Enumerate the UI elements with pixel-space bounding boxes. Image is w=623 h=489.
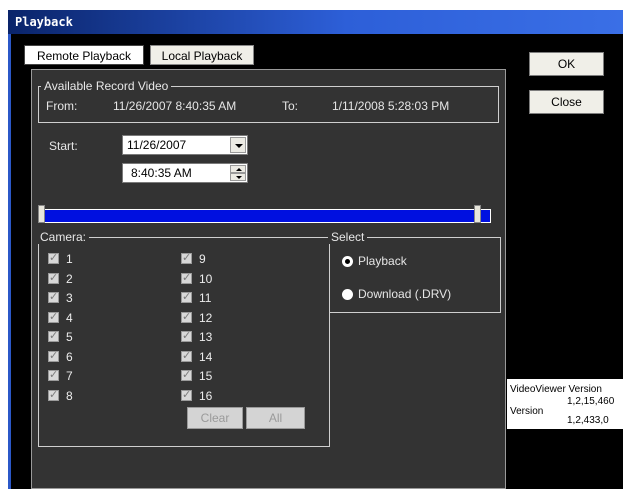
checkmark-icon: ✓ xyxy=(49,369,59,381)
checkmark-icon: ✓ xyxy=(49,291,59,303)
playback-radio[interactable] xyxy=(342,256,353,267)
camera-group-label: Camera: xyxy=(37,230,90,244)
arrow-up-icon xyxy=(236,168,242,171)
camera-5-label: 5 xyxy=(66,330,73,344)
camera-9-label: 9 xyxy=(199,252,206,266)
checkmark-icon: ✓ xyxy=(182,271,192,284)
select-group: Select Playback Download (.DRV) xyxy=(328,230,501,313)
spin-down-button[interactable] xyxy=(230,173,246,181)
checkmark-icon: ✓ xyxy=(49,330,59,342)
start-date-value: 11/26/2007 xyxy=(127,138,187,152)
camera-10-label: 10 xyxy=(199,271,213,286)
camera-7-label: 7 xyxy=(66,369,73,383)
camera-14-checkbox[interactable]: ✓ xyxy=(181,349,193,364)
all-button[interactable]: All xyxy=(246,407,305,429)
camera-1-checkbox[interactable]: ✓ xyxy=(48,252,60,266)
close-button[interactable]: Close xyxy=(529,90,604,114)
select-group-label: Select xyxy=(328,230,368,244)
window-left-border xyxy=(8,34,11,489)
camera-2-label: 2 xyxy=(66,271,73,286)
from-value: 11/26/2007 8:40:35 AM xyxy=(113,99,237,113)
start-time-field[interactable]: 8:40:35 AM xyxy=(122,163,248,183)
arrow-down-icon xyxy=(236,176,242,179)
remote-playback-panel: Available Record Video From: 11/26/2007 … xyxy=(31,69,506,489)
camera-16-checkbox[interactable]: ✓ xyxy=(181,388,193,403)
camera-8-checkbox[interactable]: ✓ xyxy=(48,388,60,403)
to-value: 1/11/2008 5:28:03 PM xyxy=(332,99,450,113)
chevron-down-icon xyxy=(235,144,243,148)
camera-11-label: 11 xyxy=(199,291,212,305)
spin-up-button[interactable] xyxy=(230,165,246,173)
checkmark-icon: ✓ xyxy=(49,271,59,284)
download-option-label: Download (.DRV) xyxy=(358,287,452,301)
start-label: Start: xyxy=(49,139,78,153)
version-label: Version xyxy=(510,406,544,417)
start-date-select[interactable]: 11/26/2007 xyxy=(122,135,248,155)
version-info: VideoViewer Version 1,2,15,460 Version 1… xyxy=(507,379,623,429)
camera-15-label: 15 xyxy=(199,369,213,383)
camera-4-label: 4 xyxy=(66,310,73,325)
download-radio[interactable] xyxy=(342,289,353,300)
checkmark-icon: ✓ xyxy=(182,252,192,264)
camera-3-checkbox[interactable]: ✓ xyxy=(48,291,60,305)
camera-6-label: 6 xyxy=(66,349,73,364)
playback-option-label: Playback xyxy=(358,254,407,268)
camera-2-checkbox[interactable]: ✓ xyxy=(48,271,60,286)
checkmark-icon: ✓ xyxy=(49,349,59,362)
camera-1-label: 1 xyxy=(66,252,73,266)
tab-local-playback[interactable]: Local Playback xyxy=(150,45,254,65)
camera-12-label: 12 xyxy=(199,310,213,325)
camera-13-label: 13 xyxy=(199,330,213,344)
camera-6-checkbox[interactable]: ✓ xyxy=(48,349,60,364)
version-value-2: 1,2,433,0 xyxy=(567,415,609,426)
timeline-slider-track[interactable] xyxy=(44,209,491,223)
checkmark-icon: ✓ xyxy=(182,330,192,342)
tab-remote-playback[interactable]: Remote Playback xyxy=(24,45,144,65)
checkmark-icon: ✓ xyxy=(182,349,192,362)
timeline-start-handle[interactable] xyxy=(38,205,45,223)
checkmark-icon: ✓ xyxy=(182,310,192,323)
available-record-group: Available Record Video From: 11/26/2007 … xyxy=(38,79,499,123)
camera-13-checkbox[interactable]: ✓ xyxy=(181,330,193,344)
start-time-value: 8:40:35 AM xyxy=(131,166,192,180)
camera-12-checkbox[interactable]: ✓ xyxy=(181,310,193,325)
checkmark-icon: ✓ xyxy=(182,369,192,381)
radio-selected-dot xyxy=(345,259,350,264)
camera-16-label: 16 xyxy=(199,388,213,403)
checkmark-icon: ✓ xyxy=(182,291,192,303)
ok-button[interactable]: OK xyxy=(529,52,604,76)
camera-5-checkbox[interactable]: ✓ xyxy=(48,330,60,344)
camera-group: Camera: ✓ 1 ✓ 2 ✓ 3 ✓ 4 ✓ 5 ✓ 6 ✓ 7 ✓ 8 ✓ 9 ✓ 10 ✓ 11 ✓ 12 ✓ 13 ✓ 1… xyxy=(37,230,330,447)
camera-11-checkbox[interactable]: ✓ xyxy=(181,291,193,305)
available-record-label: Available Record Video xyxy=(41,79,172,93)
camera-10-checkbox[interactable]: ✓ xyxy=(181,271,193,286)
checkmark-icon: ✓ xyxy=(182,388,192,401)
camera-3-label: 3 xyxy=(66,291,73,305)
checkmark-icon: ✓ xyxy=(49,388,59,401)
version-title: VideoViewer Version xyxy=(510,384,602,395)
camera-15-checkbox[interactable]: ✓ xyxy=(181,369,193,383)
time-spinner[interactable] xyxy=(230,165,246,181)
checkmark-icon: ✓ xyxy=(49,252,59,264)
camera-4-checkbox[interactable]: ✓ xyxy=(48,310,60,325)
camera-14-label: 14 xyxy=(199,349,213,364)
to-label: To: xyxy=(282,99,299,113)
window-title: Playback xyxy=(8,10,623,34)
camera-9-checkbox[interactable]: ✓ xyxy=(181,252,193,266)
timeline-end-handle[interactable] xyxy=(474,205,481,223)
checkmark-icon: ✓ xyxy=(49,310,59,323)
version-value-1: 1,2,15,460 xyxy=(567,396,615,407)
camera-7-checkbox[interactable]: ✓ xyxy=(48,369,60,383)
clear-button[interactable]: Clear xyxy=(187,407,243,429)
date-dropdown-button[interactable] xyxy=(230,137,246,153)
camera-8-label: 8 xyxy=(66,388,73,403)
from-label: From: xyxy=(46,99,78,113)
